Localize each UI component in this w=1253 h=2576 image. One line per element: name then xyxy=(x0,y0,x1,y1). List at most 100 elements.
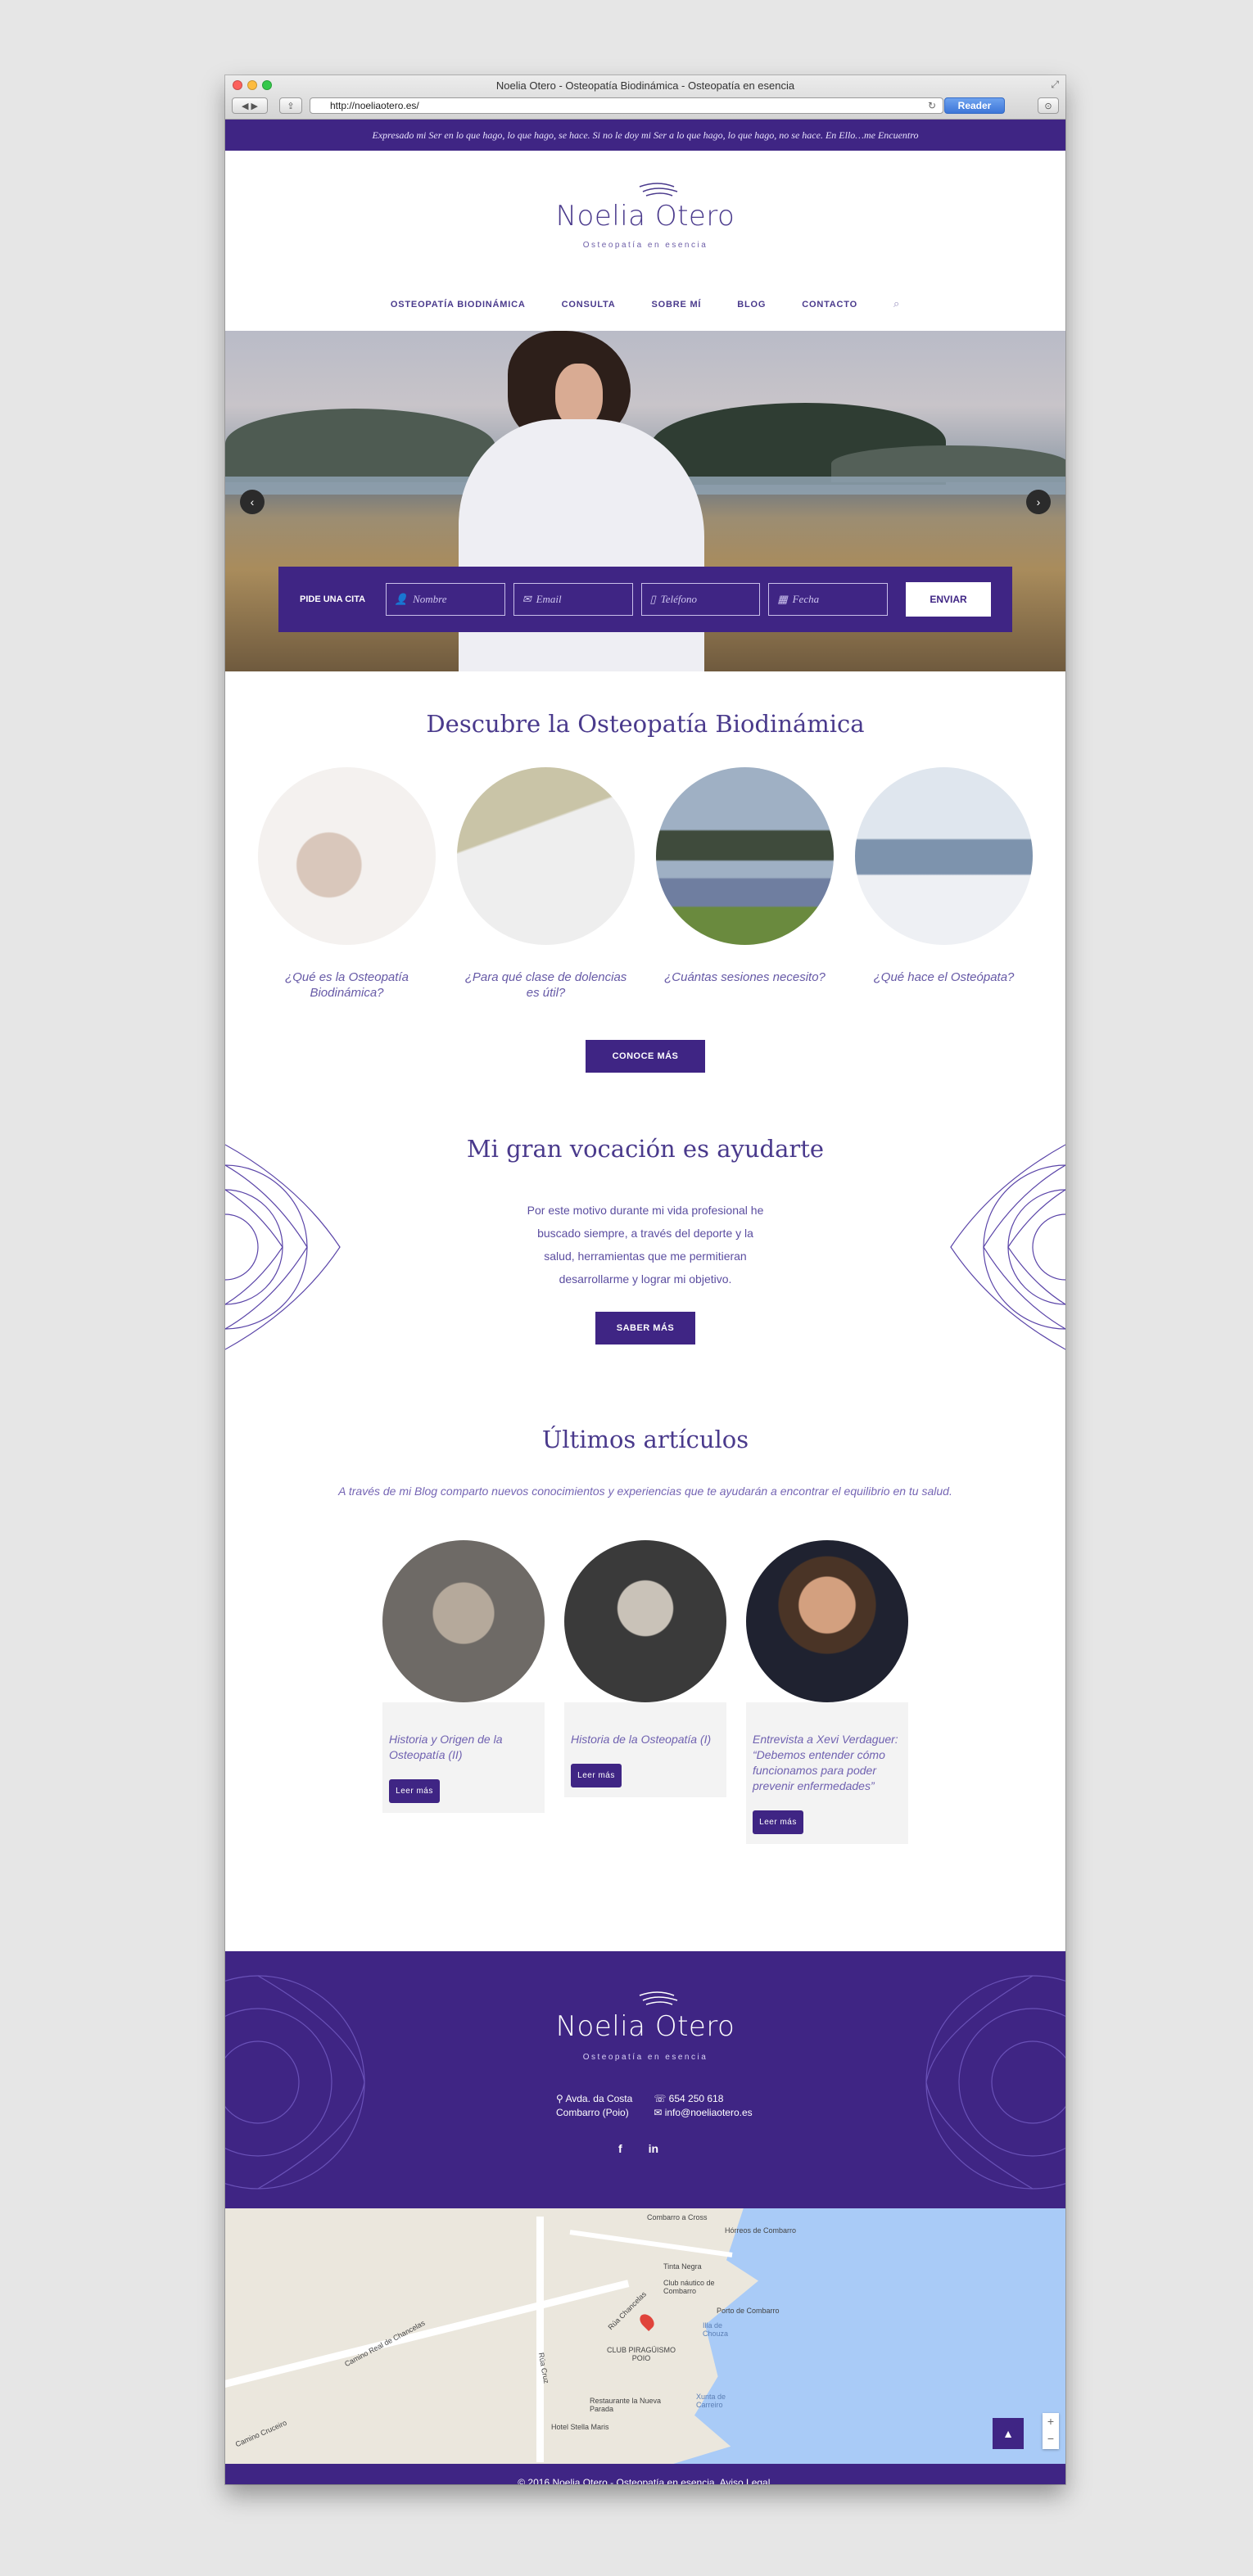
browser-chrome: Noelia Otero - Osteopatía Biodinámica - … xyxy=(225,75,1065,120)
footer-contact: ⚲ Avda. da Costa Combarro (Poio) ☏ 654 2… xyxy=(556,2092,769,2120)
chevron-left-icon[interactable]: ‹ xyxy=(240,490,265,514)
map-label: Xunta de Carreiro xyxy=(696,2393,726,2409)
booking-label: PIDE UNA CITA xyxy=(300,594,366,604)
discover-section: Descubre la Osteopatía Biodinámica ¿Qué … xyxy=(225,671,1065,1127)
article-image[interactable] xyxy=(382,1540,545,1702)
search-icon[interactable]: ⌕ xyxy=(893,297,900,310)
discover-image[interactable] xyxy=(258,767,436,945)
discover-image[interactable] xyxy=(656,767,834,945)
discover-item[interactable]: ¿Qué es la Osteopatía Biodinámica? xyxy=(258,767,436,1001)
learn-more-button[interactable]: CONOCE MÁS xyxy=(586,1040,705,1073)
location-map[interactable]: Combarro a Cross Hórreos de Combarro Tin… xyxy=(225,2208,1065,2467)
reload-icon[interactable]: ↻ xyxy=(928,100,936,111)
phone-email-block: ☏ 654 250 618 ✉ info@noeliaotero.es xyxy=(654,2092,752,2120)
map-label: Club náutico de Combarro xyxy=(663,2279,715,2295)
articles-list: Historia y Origen de la Osteopatía (II) … xyxy=(225,1540,1065,1844)
email-placeholder: Email xyxy=(536,593,562,605)
address-block: ⚲ Avda. da Costa Combarro (Poio) xyxy=(556,2092,632,2120)
discover-image[interactable] xyxy=(855,767,1033,945)
map-label: Porto de Combarro xyxy=(717,2307,780,2315)
mandala-right-icon xyxy=(925,1975,1065,2190)
vocation-section: Mi gran vocación es ayudarte Por este mo… xyxy=(225,1127,1065,1417)
map-road xyxy=(225,2280,630,2390)
address-line: Combarro (Poio) xyxy=(556,2107,629,2118)
main-nav: OSTEOPATÍA BIODINÁMICA CONSULTA SOBRE MÍ… xyxy=(225,297,1065,310)
facebook-icon[interactable]: f xyxy=(618,2142,622,2155)
section-title: Descubre la Osteopatía Biodinámica xyxy=(426,710,865,738)
discover-grid: ¿Qué es la Osteopatía Biodinámica? ¿Para… xyxy=(225,767,1065,1001)
logo-mark-icon[interactable] xyxy=(625,182,690,198)
zoom-in-button[interactable]: + xyxy=(1043,2413,1059,2430)
address-bar[interactable]: http://noeliaotero.es/ ↻ xyxy=(310,97,943,114)
copyright-bar: © 2016 Noelia Otero - Osteopatía en esen… xyxy=(225,2464,1065,2484)
phone-icon: ▯ xyxy=(649,593,656,605)
section-title: Últimos artículos xyxy=(541,1426,749,1453)
name-field[interactable]: 👤 Nombre xyxy=(385,583,505,616)
nav-item-contacto[interactable]: CONTACTO xyxy=(802,300,857,310)
arrow-up-icon[interactable]: ▲ xyxy=(993,2418,1024,2449)
article-title[interactable]: Entrevista a Xevi Verdaguer: “Debemos en… xyxy=(753,1732,900,1794)
read-more-button[interactable]: Leer más xyxy=(571,1764,622,1787)
date-field[interactable]: ▦ Fecha xyxy=(768,583,889,616)
footer-email[interactable]: info@noeliaotero.es xyxy=(665,2107,753,2118)
article-card[interactable]: Historia de la Osteopatía (I) Leer más xyxy=(564,1540,726,1844)
nav-item-consulta[interactable]: CONSULTA xyxy=(562,300,616,310)
read-more-button[interactable]: Leer más xyxy=(753,1810,803,1834)
mandala-right-icon xyxy=(950,1144,1065,1350)
discover-image[interactable] xyxy=(457,767,635,945)
linkedin-icon[interactable]: in xyxy=(649,2142,658,2155)
url-text: http://noeliaotero.es/ xyxy=(330,100,419,111)
vocation-text: Por este motivo durante mi vida profesio… xyxy=(527,1204,764,1286)
article-image[interactable] xyxy=(746,1540,908,1702)
map-road xyxy=(536,2217,544,2462)
fullscreen-icon[interactable]: ⤢ xyxy=(1051,79,1059,91)
nav-item-osteopatia[interactable]: OSTEOPATÍA BIODINÁMICA xyxy=(391,300,526,310)
email-field[interactable]: ✉ Email xyxy=(513,583,633,616)
nav-item-sobre-mi[interactable]: SOBRE MÍ xyxy=(651,300,701,310)
reader-button[interactable]: Reader xyxy=(944,97,1005,114)
booking-form: PIDE UNA CITA 👤 Nombre ✉ Email ▯ Teléfono ▦… xyxy=(278,567,1012,632)
read-more-button[interactable]: Leer más xyxy=(389,1779,440,1803)
site-footer: Noelia Otero Osteopatía en esencia ⚲ Avd… xyxy=(225,1951,1065,2208)
envelope-icon: ✉ xyxy=(654,2107,663,2118)
phone-field[interactable]: ▯ Teléfono xyxy=(640,583,761,616)
site-logo-name[interactable]: Noelia Otero xyxy=(225,200,1065,233)
nav-item-blog[interactable]: BLOG xyxy=(737,300,766,310)
footer-phone[interactable]: 654 250 618 xyxy=(669,2093,724,2104)
article-card[interactable]: Historia y Origen de la Osteopatía (II) … xyxy=(382,1540,545,1844)
section-title: Mi gran vocación es ayudarte xyxy=(466,1135,825,1163)
article-image[interactable] xyxy=(564,1540,726,1702)
copyright-text[interactable]: © 2016 Noelia Otero - Osteopatía en esen… xyxy=(518,2477,772,2484)
map-label: Camino Cruceiro xyxy=(233,2418,288,2449)
discover-caption[interactable]: ¿Para qué clase de dolencias es útil? xyxy=(457,969,635,1001)
discover-item[interactable]: ¿Cuántas sesiones necesito? xyxy=(656,767,834,1001)
discover-caption[interactable]: ¿Qué hace el Osteópata? xyxy=(855,969,1033,985)
hero-mountain xyxy=(225,409,495,482)
window-title: Noelia Otero - Osteopatía Biodinámica - … xyxy=(495,79,795,92)
mandala-left-icon xyxy=(225,1144,341,1350)
articles-section: Últimos artículos A través de mi Blog co… xyxy=(225,1417,1065,1958)
article-title[interactable]: Historia de la Osteopatía (I) xyxy=(571,1732,718,1747)
chevron-right-icon[interactable]: › xyxy=(1026,490,1051,514)
quote-text: Expresado mi Ser en lo que hago, lo que … xyxy=(372,129,919,141)
send-button[interactable]: ENVIAR xyxy=(906,582,991,617)
zoom-out-button[interactable]: − xyxy=(1043,2430,1059,2447)
share-button[interactable]: ⇪ xyxy=(279,97,302,114)
map-label: Combarro a Cross xyxy=(647,2213,708,2221)
discover-caption[interactable]: ¿Cuántas sesiones necesito? xyxy=(656,969,834,985)
date-placeholder: Fecha xyxy=(792,593,820,605)
article-title[interactable]: Historia y Origen de la Osteopatía (II) xyxy=(389,1732,536,1763)
map-zoom-control[interactable]: + − xyxy=(1043,2413,1059,2449)
quote-bar: Expresado mi Ser en lo que hago, lo que … xyxy=(225,120,1065,151)
calendar-icon: ▦ xyxy=(777,593,788,605)
article-card[interactable]: Entrevista a Xevi Verdaguer: “Debemos en… xyxy=(746,1540,908,1844)
map-label: Camino Real de Chancelas xyxy=(343,2318,427,2369)
discover-item[interactable]: ¿Para qué clase de dolencias es útil? xyxy=(457,767,635,1001)
discover-caption[interactable]: ¿Qué es la Osteopatía Biodinámica? xyxy=(258,969,436,1001)
phone-placeholder: Teléfono xyxy=(660,593,697,605)
discover-item[interactable]: ¿Qué hace el Osteópata? xyxy=(855,767,1033,1001)
downloads-button[interactable]: ⊙ xyxy=(1038,97,1059,114)
site-header: Noelia Otero Osteopatía en esencia OSTEO… xyxy=(225,151,1065,331)
learn-more-about-button[interactable]: SABER MÁS xyxy=(595,1312,695,1344)
back-forward-buttons[interactable]: ◀ ▶ xyxy=(232,97,268,114)
